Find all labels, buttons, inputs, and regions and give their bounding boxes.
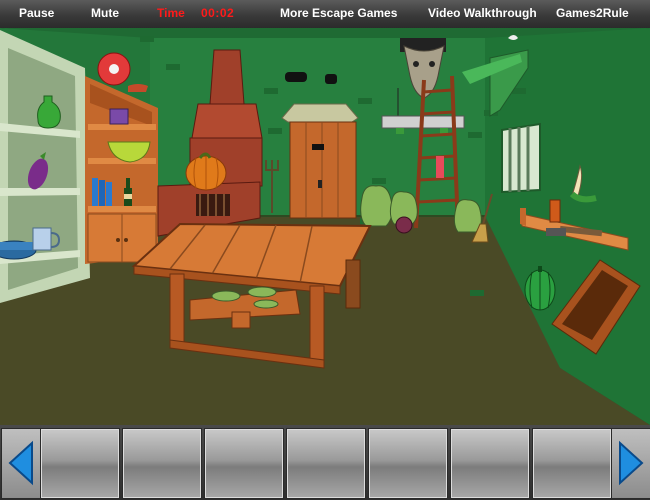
wall-hole[interactable] bbox=[325, 74, 337, 84]
games2rule-link[interactable]: Games2Rule bbox=[556, 6, 629, 20]
inventory-slot-7[interactable] bbox=[532, 428, 612, 499]
inventory-slot-1[interactable] bbox=[40, 428, 120, 499]
time-label: Time bbox=[157, 6, 185, 20]
round-fruit[interactable] bbox=[395, 216, 413, 234]
barred-window[interactable] bbox=[501, 122, 541, 194]
more-escape-games-link[interactable]: More Escape Games bbox=[280, 6, 397, 20]
purple-box[interactable] bbox=[109, 108, 129, 125]
inventory-slot-6[interactable] bbox=[450, 428, 530, 499]
blue-books[interactable] bbox=[92, 178, 112, 206]
pause-button[interactable]: Pause bbox=[19, 6, 54, 20]
table-drawer[interactable] bbox=[231, 311, 251, 329]
inventory-slot-2[interactable] bbox=[122, 428, 202, 499]
small-tool[interactable] bbox=[546, 228, 566, 236]
inventory-right-arrow[interactable] bbox=[611, 428, 650, 499]
arrow-right-icon bbox=[619, 440, 644, 486]
top-bar: Pause Mute Time 00:02 More Escape Games … bbox=[0, 0, 650, 29]
timer-value: 00:02 bbox=[201, 6, 235, 20]
wall-vent[interactable] bbox=[285, 72, 307, 82]
arrow-left-icon bbox=[8, 440, 33, 486]
locked-door[interactable] bbox=[281, 103, 359, 219]
mute-button[interactable]: Mute bbox=[91, 6, 119, 20]
red-candle[interactable] bbox=[436, 156, 444, 178]
inventory-bar bbox=[0, 425, 650, 500]
inventory-slot-4[interactable] bbox=[286, 428, 366, 499]
game-scene bbox=[0, 28, 650, 425]
orange-jar[interactable] bbox=[549, 199, 561, 223]
inventory-left-arrow[interactable] bbox=[1, 428, 41, 499]
blue-pot[interactable] bbox=[0, 240, 37, 260]
inventory-slot-5[interactable] bbox=[368, 428, 448, 499]
wooden-shelf[interactable] bbox=[85, 76, 158, 264]
inventory-slot-3[interactable] bbox=[204, 428, 284, 499]
video-walkthrough-link[interactable]: Video Walkthrough bbox=[428, 6, 537, 20]
